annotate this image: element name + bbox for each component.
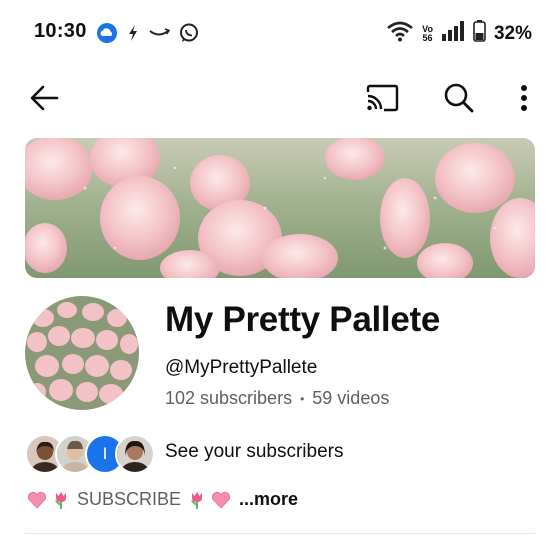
back-arrow-icon: [29, 85, 59, 116]
subscriber-avatar: [115, 434, 155, 474]
volte-icon: Vo 56: [422, 23, 433, 43]
tulip-icon: [51, 490, 71, 510]
signal-icon: [441, 20, 465, 47]
battery-percent: 32%: [493, 22, 532, 44]
subscriber-count: 102 subscribers: [165, 388, 293, 408]
channel-description[interactable]: SUBSCRIBE ...more: [25, 489, 298, 510]
subscriber-avatars: I: [25, 432, 155, 474]
back-button[interactable]: [20, 74, 68, 126]
subscriber-initial: I: [102, 444, 108, 463]
tulip-icon: [187, 490, 207, 510]
cloud-icon: [96, 22, 118, 49]
search-button[interactable]: [435, 74, 483, 126]
more-link[interactable]: ...more: [239, 489, 298, 510]
battery-icon: [473, 20, 486, 47]
pink-heart-icon: [211, 490, 231, 510]
see-subscribers-row[interactable]: I See your subscribers: [25, 430, 343, 474]
app-bar: [0, 74, 560, 130]
description-text: SUBSCRIBE: [77, 489, 182, 509]
channel-banner: [25, 138, 535, 278]
channel-handle: @MyPrettyPallete: [165, 357, 318, 378]
status-time: 10:30: [34, 20, 87, 42]
channel-avatar[interactable]: [25, 296, 139, 410]
cast-icon: [365, 84, 399, 117]
channel-stats: 102 subscribers • 59 videos: [165, 388, 389, 409]
wifi-icon: [386, 20, 414, 47]
system-icons: Vo 56 32%: [386, 20, 532, 47]
video-count: 59 videos: [312, 388, 390, 408]
bolt-icon: [126, 23, 140, 48]
divider: [25, 533, 535, 534]
cast-button[interactable]: [358, 74, 406, 126]
whatsapp-icon: [178, 22, 200, 49]
search-icon: [443, 82, 475, 119]
see-subscribers-label: See your subscribers: [165, 441, 344, 462]
channel-name: My Pretty Pallete: [165, 300, 441, 339]
separator-dot: •: [300, 391, 305, 406]
pink-heart-icon: [27, 490, 47, 510]
more-options-button[interactable]: [500, 74, 548, 126]
notification-icons: [96, 22, 200, 49]
more-vert-icon: [520, 84, 528, 117]
amazon-smile-icon: [148, 26, 171, 45]
status-bar: 10:30 Vo 56 32%: [0, 0, 560, 66]
